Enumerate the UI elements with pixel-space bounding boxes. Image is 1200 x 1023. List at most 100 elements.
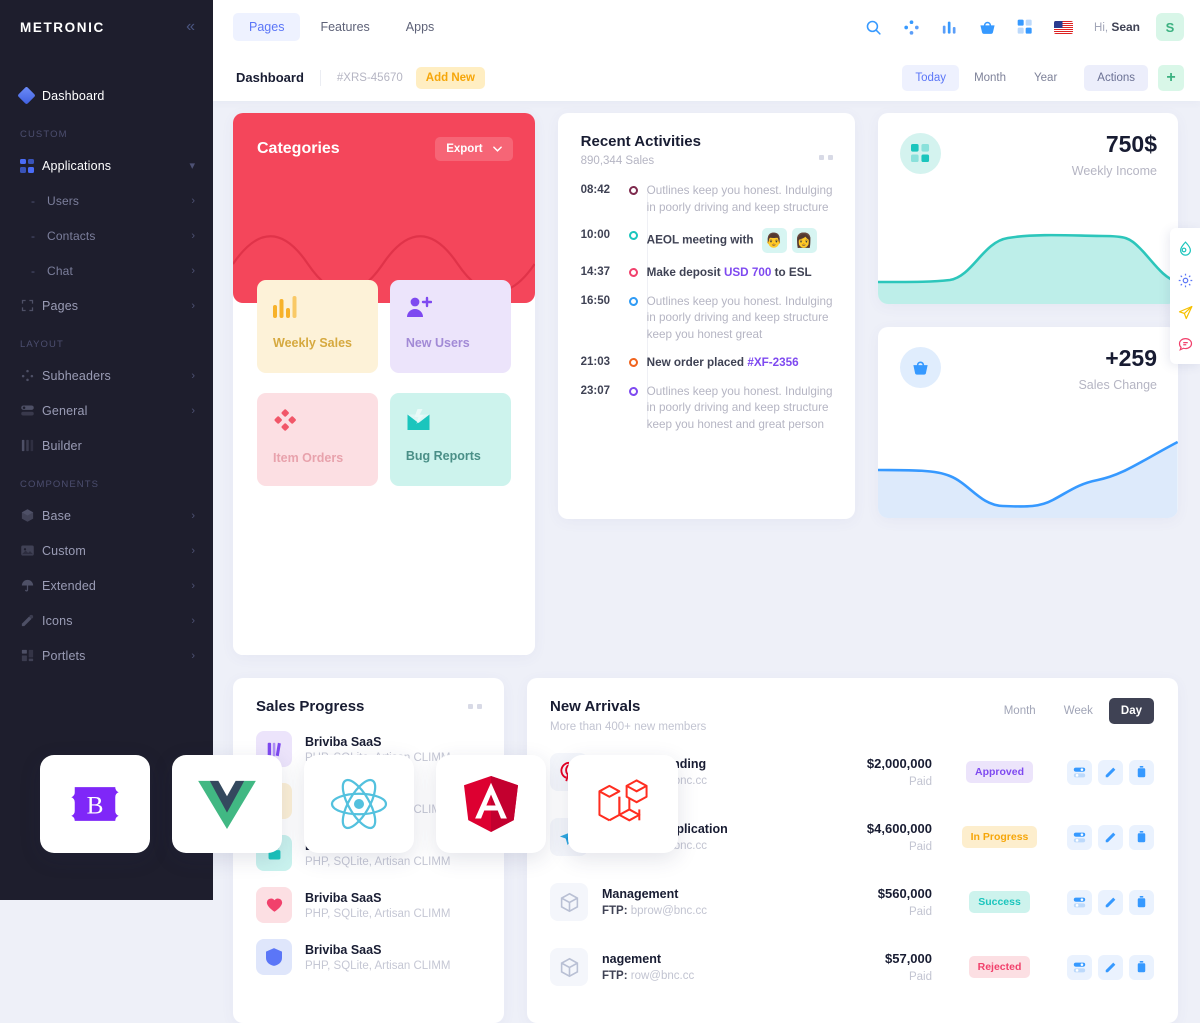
sidebar-item-subheaders[interactable]: Subheaders › bbox=[0, 358, 213, 393]
activity-item[interactable]: 16:50 Outlines keep you honest. Indulging… bbox=[581, 294, 834, 344]
filter-month[interactable]: Month bbox=[961, 65, 1019, 91]
row-price: $2,000,000 bbox=[866, 756, 932, 771]
activity-item[interactable]: 23:07 Outlines keep you honest. Indulging… bbox=[581, 384, 834, 434]
user-plus-icon bbox=[406, 296, 433, 322]
basket-icon[interactable] bbox=[976, 16, 998, 38]
sidebar-item-base[interactable]: Base › bbox=[0, 498, 213, 533]
chevron-right-icon: › bbox=[191, 544, 195, 557]
sidebar-item-chat[interactable]: - Chat › bbox=[0, 253, 213, 288]
activity-item[interactable]: 21:03 New order placed #XF-2356 bbox=[581, 355, 834, 372]
activity-bullet-icon bbox=[621, 294, 647, 344]
sidebar-item-label: Portlets bbox=[42, 648, 86, 663]
image-icon bbox=[20, 543, 42, 558]
laravel-logo[interactable] bbox=[568, 755, 678, 853]
share-icon[interactable] bbox=[900, 16, 922, 38]
flag-icon[interactable] bbox=[1052, 16, 1074, 38]
sidebar-item-users[interactable]: - Users › bbox=[0, 183, 213, 218]
sidebar-item-extended[interactable]: Extended › bbox=[0, 568, 213, 603]
category-tile-new-users[interactable]: New Users bbox=[389, 280, 511, 373]
heart-icon bbox=[256, 887, 292, 923]
dash-icon: - bbox=[31, 228, 35, 243]
settings-icon[interactable] bbox=[1067, 824, 1092, 850]
filter-year[interactable]: Year bbox=[1021, 65, 1070, 91]
new-arrivals-header: New Arrivals More than 400+ new members … bbox=[550, 698, 1154, 733]
list-item[interactable]: Briviba SaaS PHP, SQLite, Artisan CLIMM bbox=[256, 887, 482, 923]
export-button[interactable]: Export bbox=[435, 137, 513, 161]
angular-logo[interactable] bbox=[436, 755, 546, 853]
gear-icon[interactable] bbox=[1170, 264, 1200, 296]
header-nav-apps[interactable]: Apps bbox=[390, 13, 451, 41]
delete-icon[interactable] bbox=[1129, 759, 1154, 785]
activity-bullet-icon bbox=[621, 183, 647, 216]
droplet-icon[interactable] bbox=[1170, 232, 1200, 264]
tab-day[interactable]: Day bbox=[1108, 698, 1154, 724]
chevron-down-icon: ▾ bbox=[189, 160, 195, 172]
avatar[interactable]: S bbox=[1156, 13, 1184, 41]
sidebar-item-pages[interactable]: Pages › bbox=[0, 288, 213, 323]
table-row[interactable]: Management FTP: bprow@bnc.cc $560,000 Paid S… bbox=[550, 869, 1154, 934]
more-dots-icon[interactable] bbox=[819, 155, 834, 167]
page-title: Dashboard bbox=[236, 70, 304, 85]
top-row: Categories Export Weekly Sales New Users I… bbox=[233, 113, 1178, 655]
top-header: Pages Features Apps Hi, Sean S bbox=[213, 0, 1200, 54]
tab-week[interactable]: Week bbox=[1052, 698, 1105, 724]
activity-item[interactable]: 08:42 Outlines keep you honest. Indulging… bbox=[581, 183, 834, 216]
dash-icon: - bbox=[31, 263, 35, 278]
filter-today[interactable]: Today bbox=[902, 64, 960, 91]
tab-month[interactable]: Month bbox=[992, 698, 1048, 724]
settings-icon[interactable] bbox=[1067, 954, 1092, 980]
mail-icon bbox=[406, 409, 431, 435]
chat-icon[interactable] bbox=[1170, 328, 1200, 360]
category-tile-weekly-sales[interactable]: Weekly Sales bbox=[257, 280, 378, 373]
sidebar-item-portlets[interactable]: Portlets › bbox=[0, 638, 213, 673]
category-tile-label: Item Orders bbox=[273, 451, 344, 465]
sidebar-item-dashboard[interactable]: Dashboard bbox=[0, 78, 213, 113]
category-tile-bug-reports[interactable]: Bug Reports bbox=[389, 393, 511, 486]
category-tile-item-orders[interactable]: Item Orders bbox=[257, 393, 378, 486]
settings-icon[interactable] bbox=[1067, 759, 1092, 785]
table-row[interactable]: nagement FTP: row@bnc.cc $57,000 Paid Reject… bbox=[550, 934, 1154, 999]
activity-item[interactable]: 10:00 AEOL meeting with 👨 👩 bbox=[581, 228, 834, 253]
more-dots-icon[interactable] bbox=[468, 704, 482, 715]
actions-button[interactable]: Actions bbox=[1084, 64, 1148, 91]
sidebar-item-custom[interactable]: Custom › bbox=[0, 533, 213, 568]
add-new-button[interactable]: Add New bbox=[415, 66, 485, 89]
delete-icon[interactable] bbox=[1129, 824, 1154, 850]
chevron-right-icon: › bbox=[191, 299, 195, 312]
activities-subtitle: 890,344 Sales bbox=[580, 155, 655, 167]
sidebar-item-contacts[interactable]: - Contacts › bbox=[0, 218, 213, 253]
avatar: 👩 bbox=[791, 228, 817, 253]
dash-icon: - bbox=[31, 193, 35, 208]
sidebar-item-icons[interactable]: Icons › bbox=[0, 603, 213, 638]
sidebar-collapse-icon[interactable]: « bbox=[186, 19, 195, 35]
chevron-right-icon: › bbox=[191, 194, 195, 207]
delete-icon[interactable] bbox=[1129, 889, 1154, 915]
chart-icon[interactable] bbox=[938, 16, 960, 38]
sidebar-item-applications[interactable]: Applications ▾ bbox=[0, 148, 213, 183]
edit-icon[interactable] bbox=[1098, 889, 1123, 915]
edit-icon[interactable] bbox=[1098, 824, 1123, 850]
header-nav-pages[interactable]: Pages bbox=[233, 13, 301, 41]
stat-card-sales-change: +259 Sales Change bbox=[878, 327, 1178, 518]
send-icon[interactable] bbox=[1170, 296, 1200, 328]
vue-logo[interactable] bbox=[172, 755, 282, 853]
list-item[interactable]: Briviba SaaS PHP, SQLite, Artisan CLIMM bbox=[256, 939, 482, 975]
bootstrap-logo[interactable]: B bbox=[40, 755, 150, 853]
edit-icon[interactable] bbox=[1098, 954, 1123, 980]
chevron-right-icon: › bbox=[191, 369, 195, 382]
grid-icon[interactable] bbox=[1014, 16, 1036, 38]
react-logo[interactable] bbox=[304, 755, 414, 853]
chevron-right-icon: › bbox=[191, 649, 195, 662]
settings-icon[interactable] bbox=[1067, 889, 1092, 915]
row-email: FTP: bprow@bnc.cc bbox=[602, 905, 707, 917]
header-nav-features[interactable]: Features bbox=[304, 13, 385, 41]
activity-item[interactable]: 14:37 Make deposit USD 700 to ESL bbox=[581, 265, 834, 282]
sidebar-item-label: Pages bbox=[42, 298, 79, 313]
sidebar-item-builder[interactable]: Builder bbox=[0, 428, 213, 463]
sidebar-item-general[interactable]: General › bbox=[0, 393, 213, 428]
row-paid-status: Paid bbox=[908, 906, 932, 918]
search-icon[interactable] bbox=[862, 16, 884, 38]
delete-icon[interactable] bbox=[1129, 954, 1154, 980]
add-button[interactable]: + bbox=[1158, 64, 1184, 91]
edit-icon[interactable] bbox=[1098, 759, 1123, 785]
